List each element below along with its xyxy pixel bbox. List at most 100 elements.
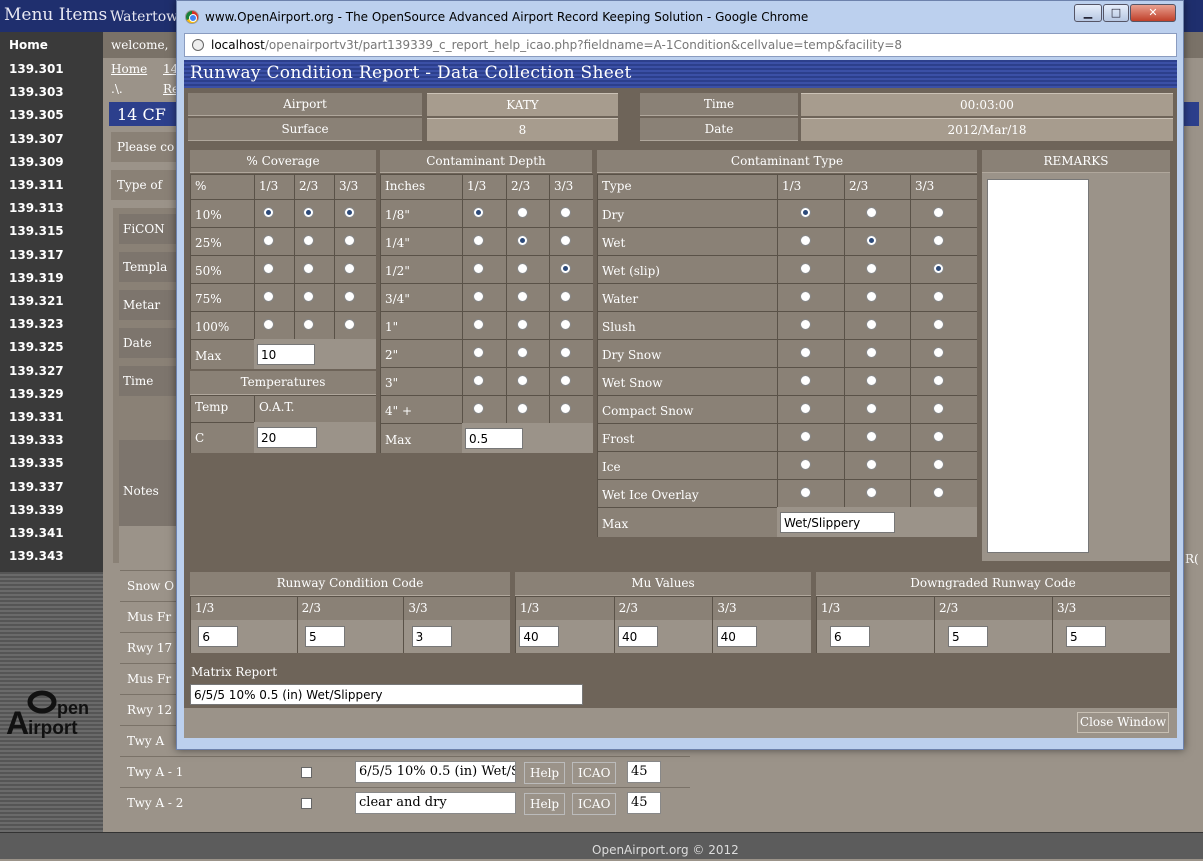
row-number-input[interactable]: 45 (627, 761, 661, 783)
address-bar[interactable]: localhost/openairportv3t/part139339_c_re… (184, 33, 1177, 57)
ctype-radio[interactable] (799, 487, 811, 498)
ctype-radio[interactable] (866, 319, 877, 330)
ctype-radio[interactable] (932, 459, 944, 470)
mu-input-2[interactable]: 40 (716, 626, 757, 647)
ctype-radio[interactable] (866, 291, 877, 302)
depth-radio[interactable] (473, 319, 484, 330)
depth-radio[interactable] (516, 375, 528, 386)
coverage-radio[interactable] (344, 235, 355, 246)
mu-input-1[interactable]: 40 (618, 626, 658, 647)
depth-radio[interactable] (473, 403, 484, 414)
depth-radio[interactable] (516, 263, 528, 274)
ctype-radio[interactable] (799, 347, 811, 358)
sidebar-item-139-329[interactable]: 139.329 (9, 387, 64, 401)
ctype-radio[interactable] (866, 487, 877, 498)
depth-radio[interactable] (473, 375, 484, 386)
ctype-radio[interactable] (932, 431, 944, 442)
coverage-radio[interactable] (263, 207, 274, 218)
breadcrumb-home[interactable]: Home (111, 62, 147, 76)
row-value-input[interactable]: 6/5/5 10% 0.5 (in) Wet/Slippery (355, 761, 516, 783)
depth-radio[interactable] (560, 291, 571, 302)
sidebar-item-139-333[interactable]: 139.333 (9, 433, 64, 447)
depth-radio[interactable] (473, 291, 484, 302)
sidebar-item-139-325[interactable]: 139.325 (9, 340, 64, 354)
row-icao-button[interactable]: ICAO (572, 762, 617, 784)
sidebar-item-139-315[interactable]: 139.315 (9, 224, 64, 238)
coverage-radio[interactable] (263, 263, 274, 274)
sidebar-item-139-343[interactable]: 139.343 (9, 549, 64, 563)
depth-radio[interactable] (516, 403, 528, 414)
coverage-radio[interactable] (303, 263, 314, 274)
depth-radio[interactable] (473, 207, 484, 218)
ctype-radio[interactable] (866, 403, 877, 414)
depth-radio[interactable] (560, 207, 571, 218)
ctype-radio[interactable] (866, 235, 877, 246)
mu-input-0[interactable]: 40 (519, 626, 560, 647)
rcc-input-1[interactable]: 5 (305, 626, 345, 647)
coverage-radio[interactable] (303, 291, 314, 302)
coverage-radio[interactable] (263, 235, 274, 246)
coverage-radio[interactable] (344, 263, 355, 274)
depth-radio[interactable] (560, 263, 571, 274)
ctype-radio[interactable] (799, 291, 811, 302)
sidebar-item-139-317[interactable]: 139.317 (9, 248, 64, 262)
sidebar-item-139-327[interactable]: 139.327 (9, 364, 64, 378)
sidebar-item-139-303[interactable]: 139.303 (9, 85, 64, 99)
rcc-input-0[interactable]: 6 (198, 626, 239, 647)
coverage-radio[interactable] (303, 319, 314, 330)
depth-radio[interactable] (516, 291, 528, 302)
ctype-radio[interactable] (932, 207, 944, 218)
sidebar-item-139-313[interactable]: 139.313 (9, 201, 64, 215)
down-input-1[interactable]: 5 (948, 626, 988, 647)
depth-radio[interactable] (473, 235, 484, 246)
coverage-radio[interactable] (344, 291, 355, 302)
depth-radio[interactable] (516, 347, 528, 358)
close-button[interactable]: ✕ (1130, 4, 1176, 22)
sidebar-item-139-323[interactable]: 139.323 (9, 317, 64, 331)
depth-max-input[interactable]: 0.5 (465, 428, 523, 449)
sidebar-item-139-331[interactable]: 139.331 (9, 410, 64, 424)
coverage-radio[interactable] (344, 207, 355, 218)
close-window-button[interactable]: Close Window (1077, 712, 1169, 733)
sidebar-item-139-341[interactable]: 139.341 (9, 526, 64, 540)
sidebar-item-139-319[interactable]: 139.319 (9, 271, 64, 285)
ctype-radio[interactable] (799, 207, 811, 218)
minimize-button[interactable]: ▁ (1074, 4, 1102, 22)
ctype-radio[interactable] (932, 235, 944, 246)
ctype-radio[interactable] (866, 263, 877, 274)
coverage-max-input[interactable]: 10 (257, 344, 315, 365)
ctype-radio[interactable] (932, 403, 944, 414)
ctype-radio[interactable] (799, 319, 811, 330)
depth-radio[interactable] (560, 375, 571, 386)
coverage-radio[interactable] (303, 235, 314, 246)
depth-radio[interactable] (560, 235, 571, 246)
sidebar-item-139-311[interactable]: 139.311 (9, 178, 64, 192)
matrix-input[interactable]: 6/5/5 10% 0.5 (in) Wet/Slippery (190, 684, 583, 705)
depth-radio[interactable] (560, 319, 571, 330)
down-input-2[interactable]: 5 (1066, 626, 1106, 647)
sidebar-item-139-309[interactable]: 139.309 (9, 155, 64, 169)
row-help-button[interactable]: Help (524, 793, 566, 815)
sidebar-item-139-307[interactable]: 139.307 (9, 132, 64, 146)
coverage-radio[interactable] (263, 291, 274, 302)
ctype-radio[interactable] (866, 207, 877, 218)
depth-radio[interactable] (473, 347, 484, 358)
row-icao-button[interactable]: ICAO (572, 793, 617, 815)
maximize-button[interactable]: □ (1103, 4, 1129, 22)
row-checkbox[interactable] (301, 767, 312, 778)
ctype-radio[interactable] (932, 319, 944, 330)
depth-radio[interactable] (473, 263, 484, 274)
ctype-radio[interactable] (799, 375, 811, 386)
coverage-radio[interactable] (303, 207, 314, 218)
sidebar-item-139-337[interactable]: 139.337 (9, 480, 64, 494)
ctype-radio[interactable] (932, 347, 944, 358)
ctype-radio[interactable] (932, 291, 944, 302)
ctype-radio[interactable] (799, 431, 811, 442)
depth-radio[interactable] (560, 403, 571, 414)
rcc-input-2[interactable]: 3 (411, 626, 452, 647)
sidebar-item-139-321[interactable]: 139.321 (9, 294, 64, 308)
depth-radio[interactable] (516, 235, 528, 246)
ctype-radio[interactable] (799, 235, 811, 246)
sidebar-item-139-305[interactable]: 139.305 (9, 108, 64, 122)
ctype-max-input[interactable]: Wet/Slippery (780, 512, 895, 533)
